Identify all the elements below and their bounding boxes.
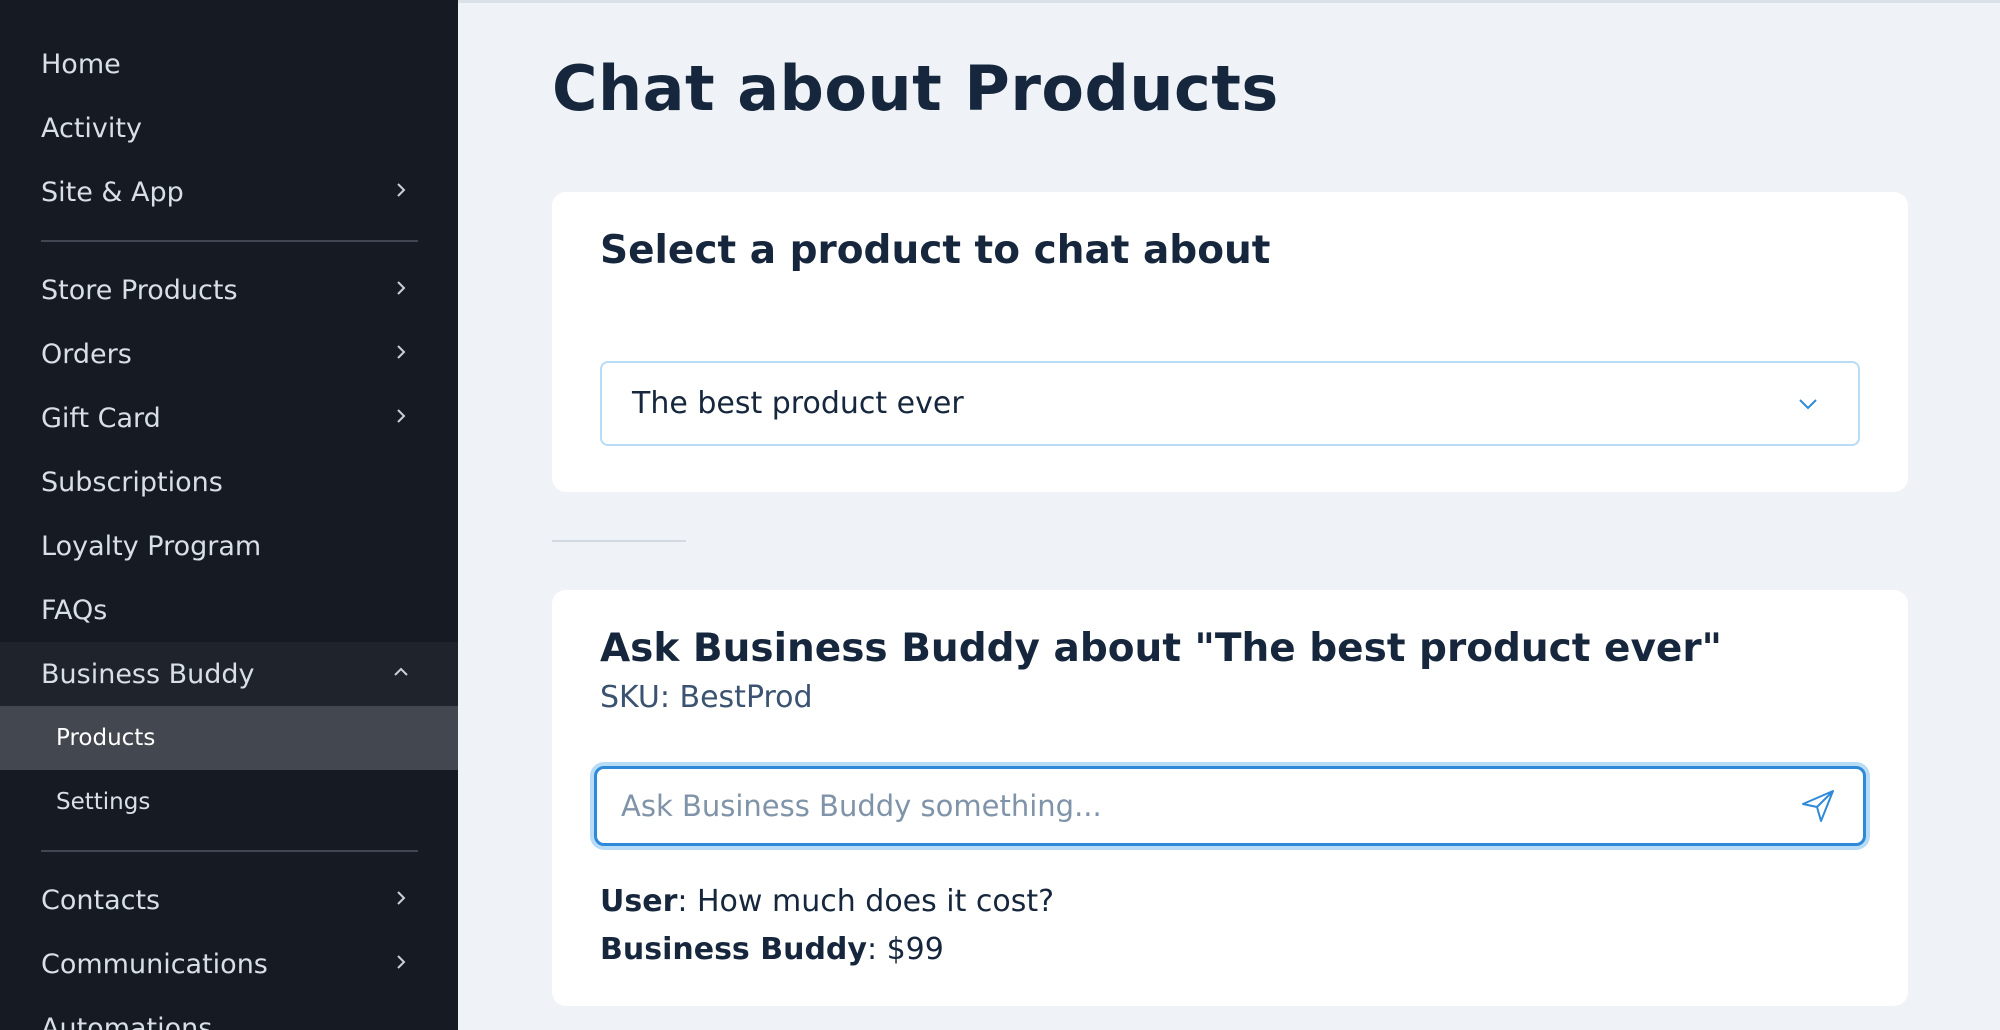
sidebar-item-label: Communications <box>41 948 268 980</box>
sidebar-item-label: Orders <box>41 338 132 370</box>
sidebar-item-site-app[interactable]: Site & App <box>0 160 458 224</box>
chat-message: User: How much does it cost? <box>600 884 1054 919</box>
chat-input-box <box>594 766 1866 846</box>
message-sender: User <box>600 884 678 919</box>
sidebar-divider <box>41 850 418 852</box>
sidebar-item-communications[interactable]: Communications <box>0 932 458 996</box>
chevron-right-icon <box>392 889 410 907</box>
chat-message: Business Buddy: $99 <box>600 932 944 967</box>
sidebar-item-label: Gift Card <box>41 402 161 434</box>
card-title: Select a product to chat about <box>600 228 1271 273</box>
sidebar-item-label: Subscriptions <box>41 466 223 498</box>
selected-product-value: The best product ever <box>632 386 964 421</box>
page-title: Chat about Products <box>552 52 1279 125</box>
product-sku: SKU: BestProd <box>600 680 813 715</box>
message-text: : How much does it cost? <box>677 884 1055 919</box>
message-sender: Business Buddy <box>600 932 867 967</box>
sidebar-item-faqs[interactable]: FAQs <box>0 578 458 642</box>
sidebar-item-home[interactable]: Home <box>0 32 458 96</box>
app-root: Home Activity Site & App Store Products … <box>0 0 2000 1030</box>
chevron-up-icon <box>392 663 410 681</box>
sidebar-item-store-products[interactable]: Store Products <box>0 258 458 322</box>
sidebar-item-label: Automations <box>41 1012 213 1030</box>
chat-input[interactable] <box>621 776 1781 836</box>
section-divider <box>552 540 686 542</box>
chevron-right-icon <box>392 181 410 199</box>
chevron-right-icon <box>392 953 410 971</box>
message-text: : $99 <box>866 932 944 967</box>
sidebar-item-label: Home <box>41 48 121 80</box>
chevron-down-icon <box>1799 398 1817 409</box>
sidebar-item-label: Business Buddy <box>41 658 255 690</box>
send-icon[interactable] <box>1799 787 1837 825</box>
chevron-right-icon <box>392 343 410 361</box>
sidebar-item-subscriptions[interactable]: Subscriptions <box>0 450 458 514</box>
sidebar-item-activity[interactable]: Activity <box>0 96 458 160</box>
sidebar-item-label: Loyalty Program <box>41 530 262 562</box>
chevron-right-icon <box>392 279 410 297</box>
sidebar-item-label: FAQs <box>41 594 108 626</box>
product-select-card: Select a product to chat about The best … <box>552 192 1908 492</box>
sidebar-item-gift-card[interactable]: Gift Card <box>0 386 458 450</box>
sidebar-item-automations[interactable]: Automations <box>0 996 458 1030</box>
sidebar-item-loyalty-program[interactable]: Loyalty Program <box>0 514 458 578</box>
sidebar-item-label: Contacts <box>41 884 161 916</box>
sidebar-divider <box>41 240 418 242</box>
sidebar-subitem-label: Products <box>56 725 156 751</box>
sidebar-item-label: Site & App <box>41 176 184 208</box>
sidebar-item-business-buddy[interactable]: Business Buddy <box>0 642 458 706</box>
sidebar-subitem-label: Settings <box>56 789 151 815</box>
chevron-right-icon <box>392 407 410 425</box>
sidebar-item-label: Activity <box>41 112 142 144</box>
sidebar-subitem-products[interactable]: Products <box>0 706 458 770</box>
chat-card: Ask Business Buddy about "The best produ… <box>552 590 1908 1006</box>
chat-card-title: Ask Business Buddy about "The best produ… <box>600 626 1722 671</box>
top-border <box>458 0 2000 3</box>
sidebar-item-label: Store Products <box>41 274 238 306</box>
sidebar-item-contacts[interactable]: Contacts <box>0 868 458 932</box>
sidebar-subitem-settings[interactable]: Settings <box>0 770 458 834</box>
sidebar: Home Activity Site & App Store Products … <box>0 0 458 1030</box>
sidebar-item-orders[interactable]: Orders <box>0 322 458 386</box>
product-select-dropdown[interactable]: The best product ever <box>600 361 1860 446</box>
